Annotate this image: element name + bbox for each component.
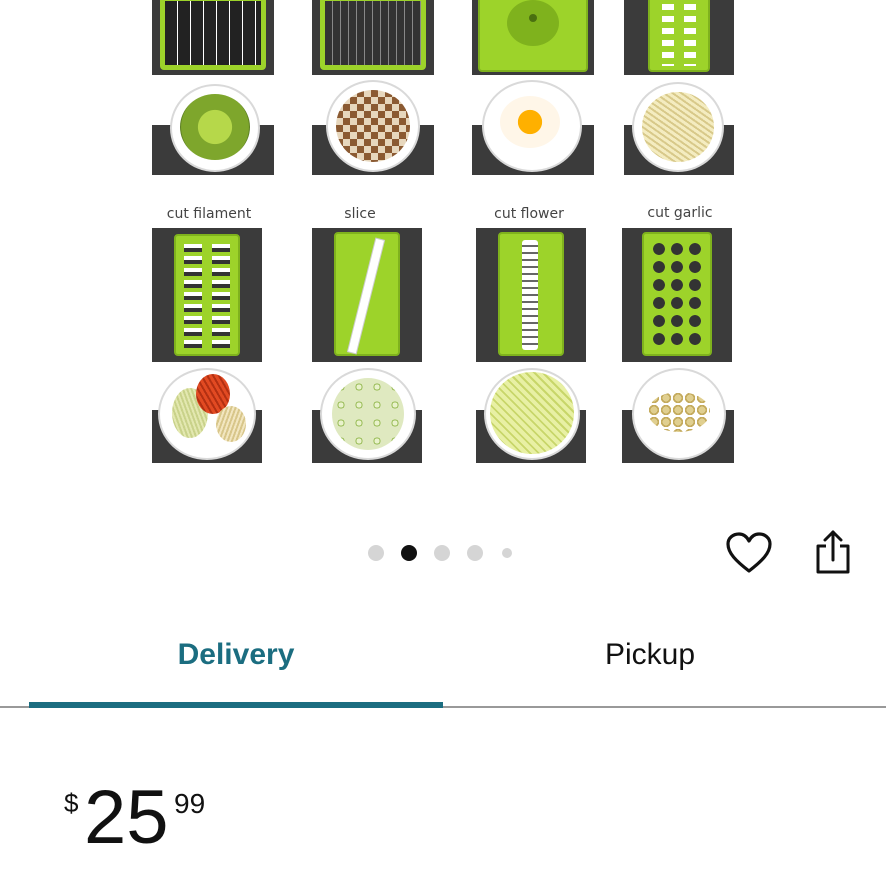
price-currency: $ <box>64 788 79 818</box>
product-image-gallery[interactable]: cut filament slice cut flower cut garlic <box>0 0 886 480</box>
active-tab-indicator <box>29 702 443 708</box>
food-image-kiwi <box>152 80 274 175</box>
blade-image-separator <box>472 0 594 75</box>
food-image-potato-strips <box>624 80 734 175</box>
food-image-carrot-shreds <box>152 368 262 463</box>
carousel-page-indicator[interactable] <box>368 545 512 561</box>
food-image-waffle-potato <box>476 368 586 463</box>
carousel-dot[interactable] <box>434 545 450 561</box>
blade-image-julienne <box>624 0 734 75</box>
food-image-tofu <box>312 80 434 175</box>
carousel-dot-active[interactable] <box>401 545 417 561</box>
blade-image-cut-flower <box>476 228 586 362</box>
price-whole: 25 <box>84 775 169 860</box>
blade-image-dice-large <box>152 0 274 75</box>
blade-image-cut-garlic <box>622 228 732 362</box>
carousel-dot[interactable] <box>467 545 483 561</box>
blade-image-dice-small <box>312 0 434 75</box>
fulfillment-tabs: Delivery Pickup <box>0 610 886 710</box>
heart-icon[interactable] <box>726 532 772 574</box>
tab-pickup[interactable]: Pickup <box>443 638 857 672</box>
food-image-minced-garlic <box>622 368 734 463</box>
caption-cut-flower: cut flower <box>494 206 564 222</box>
food-image-egg <box>472 80 594 175</box>
tab-delivery[interactable]: Delivery <box>29 638 443 672</box>
blade-image-cut-filament <box>152 228 262 362</box>
price-fraction: 99 <box>174 788 206 819</box>
carousel-dot[interactable] <box>502 548 512 558</box>
share-icon[interactable] <box>814 528 852 576</box>
caption-slice: slice <box>344 206 376 222</box>
caption-cut-filament: cut filament <box>166 206 252 222</box>
blade-image-slice <box>312 228 422 362</box>
carousel-dot[interactable] <box>368 545 384 561</box>
caption-cut-garlic: cut garlic <box>647 205 713 221</box>
food-image-cucumber-slices <box>312 368 422 463</box>
